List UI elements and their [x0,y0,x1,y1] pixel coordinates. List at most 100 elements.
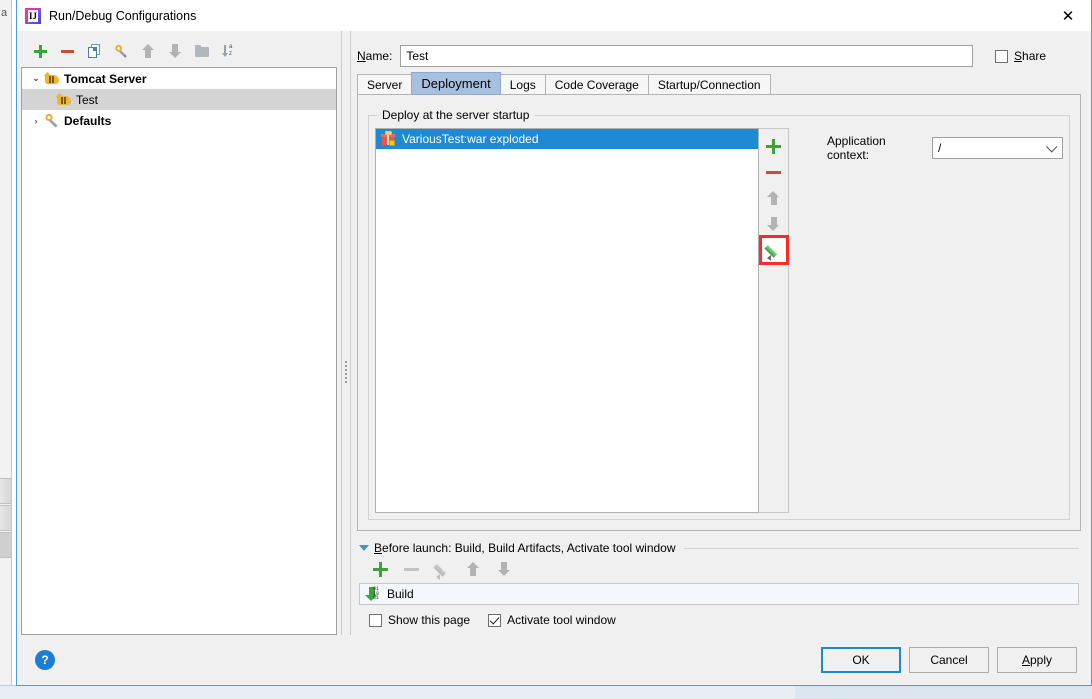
create-folder-button[interactable] [191,40,213,62]
before-launch-task-row[interactable]: 01 10 01 Build [359,583,1079,605]
move-artifact-up-button[interactable] [761,185,787,211]
background-tab-chip [0,478,11,504]
tree-item-test[interactable]: Test [22,89,336,110]
checkbox-label: Show this page [388,613,471,627]
application-context-value: / [937,141,942,155]
move-task-up-button[interactable] [462,558,484,580]
before-launch-title: Before launch: Build, Build Artifacts, A… [374,541,676,555]
help-icon[interactable]: ? [35,650,55,670]
background-window-strip [0,0,12,699]
help-label: ? [41,653,49,667]
section-divider [683,547,1079,549]
plus-icon [766,138,781,154]
background-window-label: a [1,7,8,19]
arrow-down-icon [497,562,511,576]
before-launch-section: Before launch: Build, Build Artifacts, A… [357,541,1081,635]
chevron-right-icon[interactable]: › [28,116,44,126]
dialog-title: Run/Debug Configurations [49,8,197,23]
copy-icon [87,44,101,58]
tab-label: Logs [509,77,536,92]
pencil-icon [433,562,450,580]
add-task-button[interactable] [369,558,391,580]
tree-item-defaults[interactable]: › Defaults [22,110,336,131]
before-launch-options: Show this page Activate tool window [359,605,1079,635]
tab-label: Server [367,77,403,92]
minus-icon [60,49,74,53]
tab-logs[interactable]: Logs [499,74,546,95]
background-tab-chip [0,505,11,531]
checkbox-box [369,613,382,627]
copy-configuration-button[interactable] [83,40,105,62]
background-status-bar-section [795,685,1092,699]
configurations-panel: az ⌄ Tomcat Server Test › Defaults [17,31,341,635]
editor-tabs: Server Deployment Logs Code Coverage Sta… [357,72,1081,95]
tree-item-tomcat-server[interactable]: ⌄ Tomcat Server [22,68,336,89]
tab-label: Deployment [421,76,491,91]
chevron-down-icon[interactable]: ⌄ [28,73,44,84]
minus-icon [766,170,781,174]
show-this-page-checkbox[interactable]: Show this page [369,613,470,627]
list-item[interactable]: VariousTest:war exploded [376,129,758,149]
pencil-icon [764,243,781,261]
name-input[interactable] [400,45,973,67]
cancel-button[interactable]: Cancel [909,647,989,673]
checkbox-box [488,613,502,627]
arrow-up-icon [466,562,480,576]
arrow-up-icon [141,44,155,58]
move-task-down-button[interactable] [493,558,515,580]
group-title: Deploy at the server startup [377,108,535,122]
tab-deployment[interactable]: Deployment [411,72,501,95]
application-context-section: Application context: / [789,128,1063,513]
edit-artifact-button[interactable] [758,235,789,265]
deployment-list-toolbar [758,128,789,513]
share-checkbox[interactable]: Share [995,49,1081,63]
triangle-down-icon[interactable] [359,545,369,551]
tomcat-icon [55,92,72,108]
deploy-area: VariousTest:war exploded Application con… [375,128,1063,513]
task-label: Build [387,587,414,601]
activate-tool-window-checkbox[interactable]: Activate tool window [488,613,616,627]
deploy-at-startup-group: Deploy at the server startup VariousTest… [368,108,1070,520]
application-context-combobox[interactable]: / [931,137,1063,159]
tab-startup-connection[interactable]: Startup/Connection [647,74,771,95]
dialog-titlebar: IJ Run/Debug Configurations ✕ [17,0,1091,31]
apply-button[interactable]: Apply [997,647,1077,673]
move-up-button[interactable] [137,40,159,62]
artifact-icon [381,131,397,147]
remove-configuration-button[interactable] [56,40,78,62]
tree-item-label: Defaults [64,113,112,128]
add-configuration-button[interactable] [29,40,51,62]
name-label: Name: [357,49,393,63]
dialog-body: az ⌄ Tomcat Server Test › Defaults Name:… [17,31,1091,635]
build-icon: 01 10 01 [365,587,381,601]
tree-item-label: Tomcat Server [64,71,147,86]
deployment-artifacts-list[interactable]: VariousTest:war exploded [375,128,759,513]
edit-task-button[interactable] [431,558,453,580]
intellij-idea-icon: IJ [25,7,41,24]
configurations-tree[interactable]: ⌄ Tomcat Server Test › Defaults [21,67,337,635]
configuration-editor-panel: Name: Share Server Deployment Logs [351,31,1091,635]
before-launch-header[interactable]: Before launch: Build, Build Artifacts, A… [359,541,1079,555]
close-icon[interactable]: ✕ [1045,0,1091,31]
ok-button[interactable]: OK [821,647,901,673]
edit-defaults-button[interactable] [110,40,132,62]
remove-task-button[interactable] [400,558,422,580]
sort-configurations-button[interactable]: az [218,40,240,62]
tomcat-icon [43,71,60,87]
panel-splitter[interactable] [341,31,351,635]
tab-server[interactable]: Server [357,74,413,95]
move-down-button[interactable] [164,40,186,62]
tab-code-coverage[interactable]: Code Coverage [544,74,649,95]
remove-artifact-button[interactable] [761,159,787,185]
arrow-down-icon [168,44,182,58]
tab-label: Code Coverage [554,77,639,92]
minus-icon [403,567,419,571]
wrench-icon [44,113,60,129]
share-label: Share [1014,49,1047,63]
move-artifact-down-button[interactable] [761,211,787,237]
add-artifact-button[interactable] [761,133,787,159]
folder-icon [195,45,209,57]
splitter-grip [345,361,349,383]
run-debug-configurations-dialog: IJ Run/Debug Configurations ✕ a z ⌄ Tomc… [16,0,1092,686]
button-label: Cancel [930,653,968,667]
